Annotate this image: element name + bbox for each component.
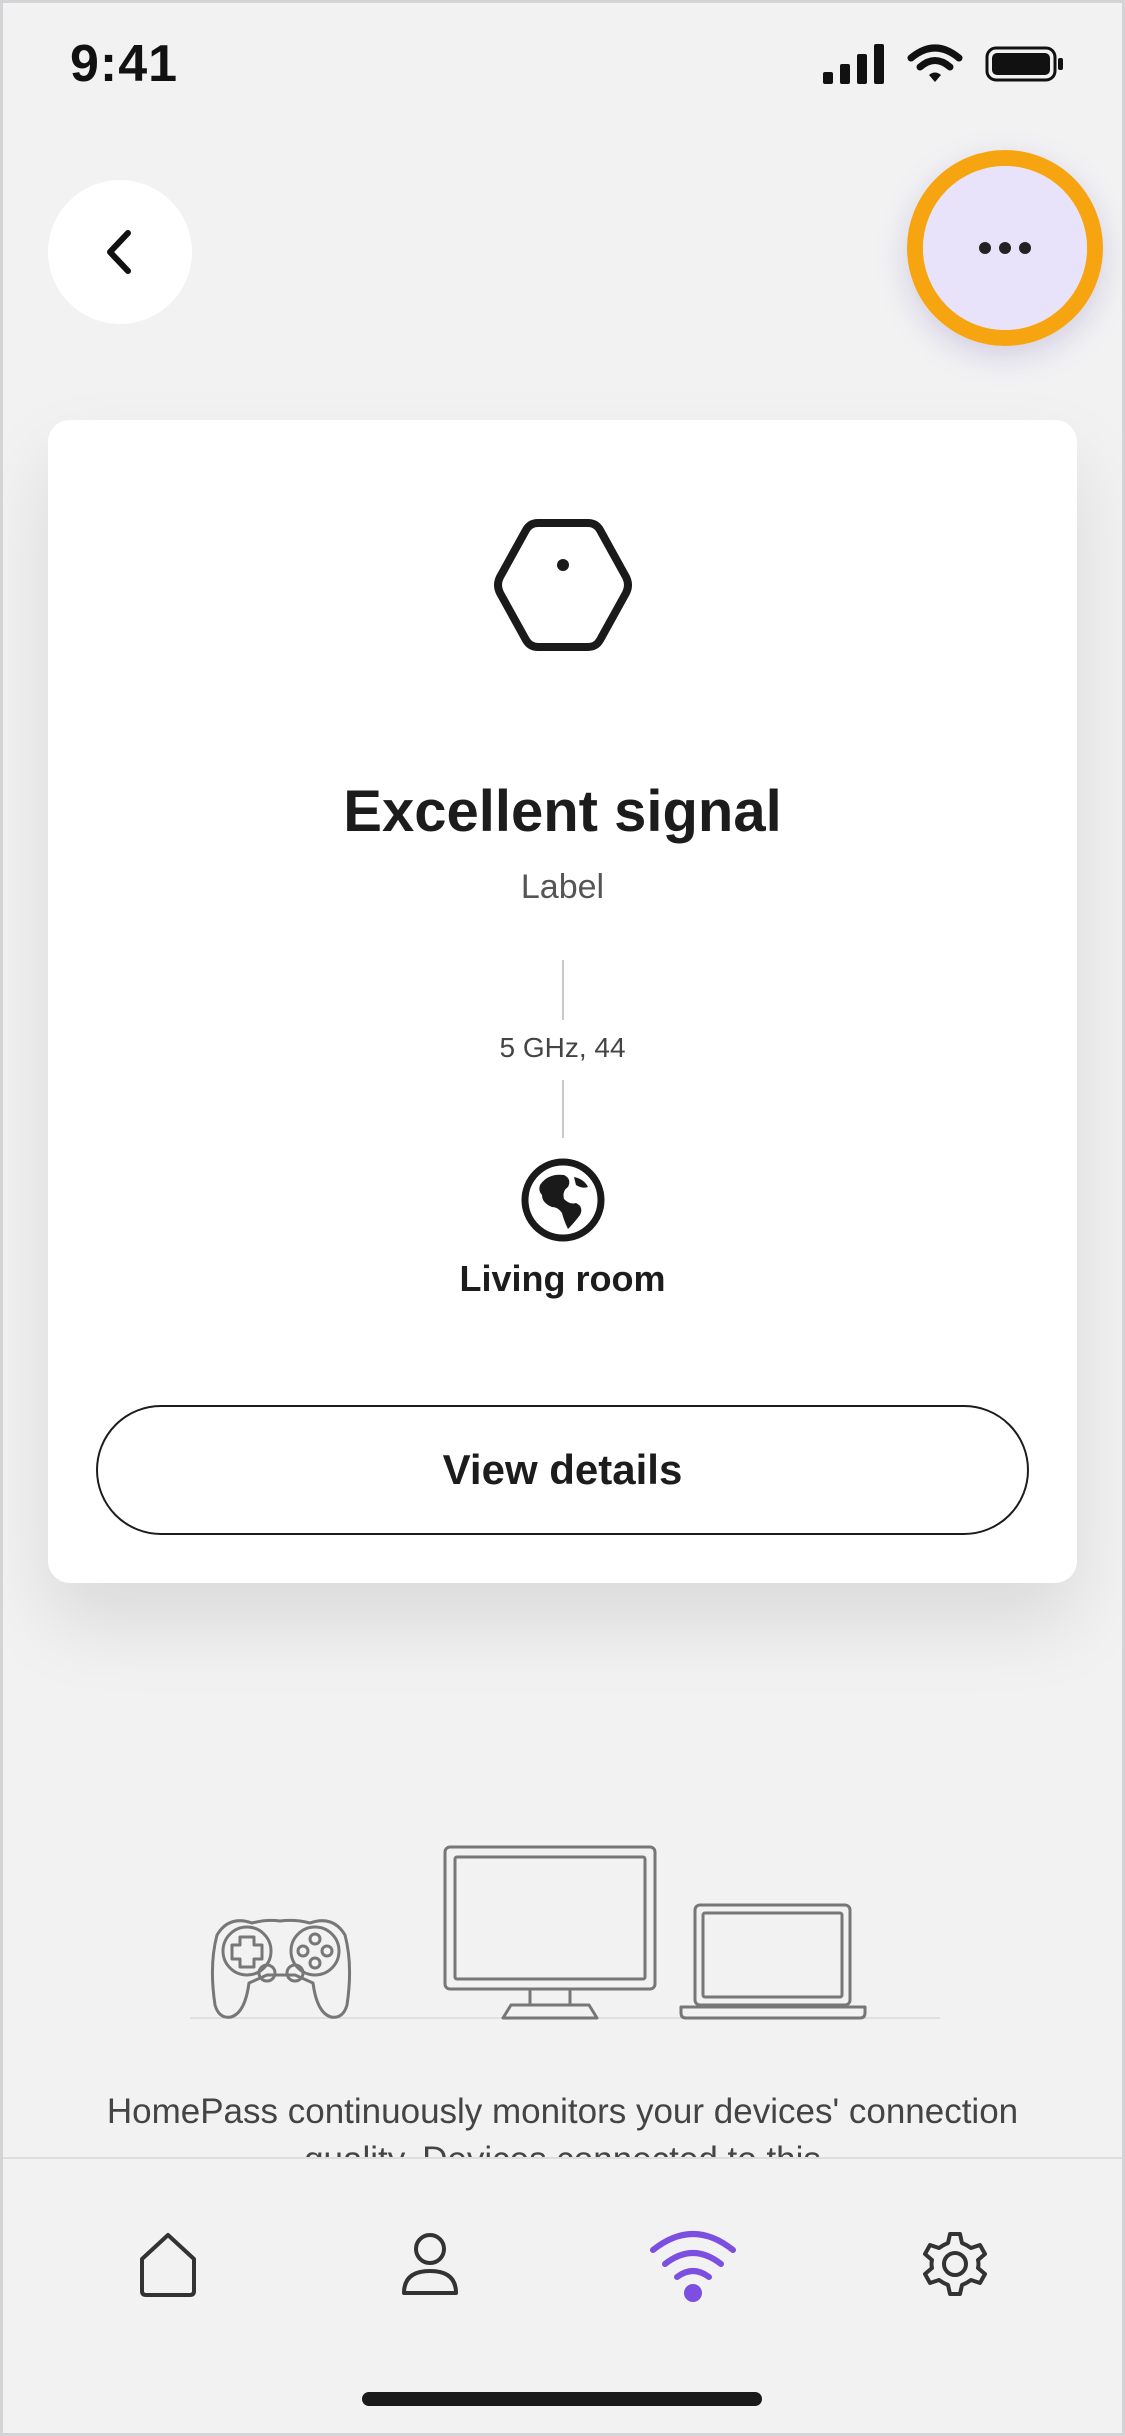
back-button[interactable] — [48, 180, 192, 324]
status-icons — [823, 44, 1065, 84]
home-icon — [140, 2233, 196, 2297]
tab-settings[interactable] — [900, 2209, 1010, 2319]
laptop-icon — [679, 1903, 867, 2020]
chevron-left-icon — [107, 230, 131, 274]
globe-icon — [521, 1158, 605, 1242]
connection-line-bottom — [562, 1080, 564, 1138]
tab-network[interactable] — [638, 2209, 748, 2319]
status-bar: 9:41 — [0, 0, 1125, 130]
tab-profile[interactable] — [375, 2209, 485, 2319]
location-label: Living room — [459, 1258, 666, 1299]
cellular-signal-icon — [823, 44, 884, 84]
gamepad-icon — [210, 1918, 352, 2019]
person-icon — [402, 2233, 458, 2295]
wifi-status-icon — [907, 44, 963, 82]
more-options-button[interactable] — [923, 166, 1087, 330]
battery-icon — [985, 46, 1063, 82]
description-text: HomePass continuously monitors your devi… — [106, 2092, 1019, 2158]
view-details-button[interactable]: View details — [96, 1405, 1029, 1535]
gear-icon — [923, 2232, 987, 2296]
home-indicator[interactable] — [362, 2392, 762, 2406]
status-time: 9:41 — [70, 35, 179, 93]
ellipsis-icon — [979, 242, 1031, 254]
devices-illustration — [190, 1845, 940, 2020]
connection-line-top — [562, 960, 564, 1020]
signal-card: Excellent signal Label 5 GHz, 44 Living … — [48, 420, 1077, 1583]
hexagon-pod-icon — [494, 519, 632, 651]
band-channel-text: 5 GHz, 44 — [499, 1032, 626, 1063]
signal-title: Excellent signal — [343, 779, 782, 844]
monitor-icon — [443, 1845, 657, 2020]
wifi-icon — [650, 2231, 736, 2302]
tab-home[interactable] — [113, 2209, 223, 2319]
more-button-highlight — [907, 150, 1103, 346]
signal-sublabel: Label — [520, 868, 605, 906]
